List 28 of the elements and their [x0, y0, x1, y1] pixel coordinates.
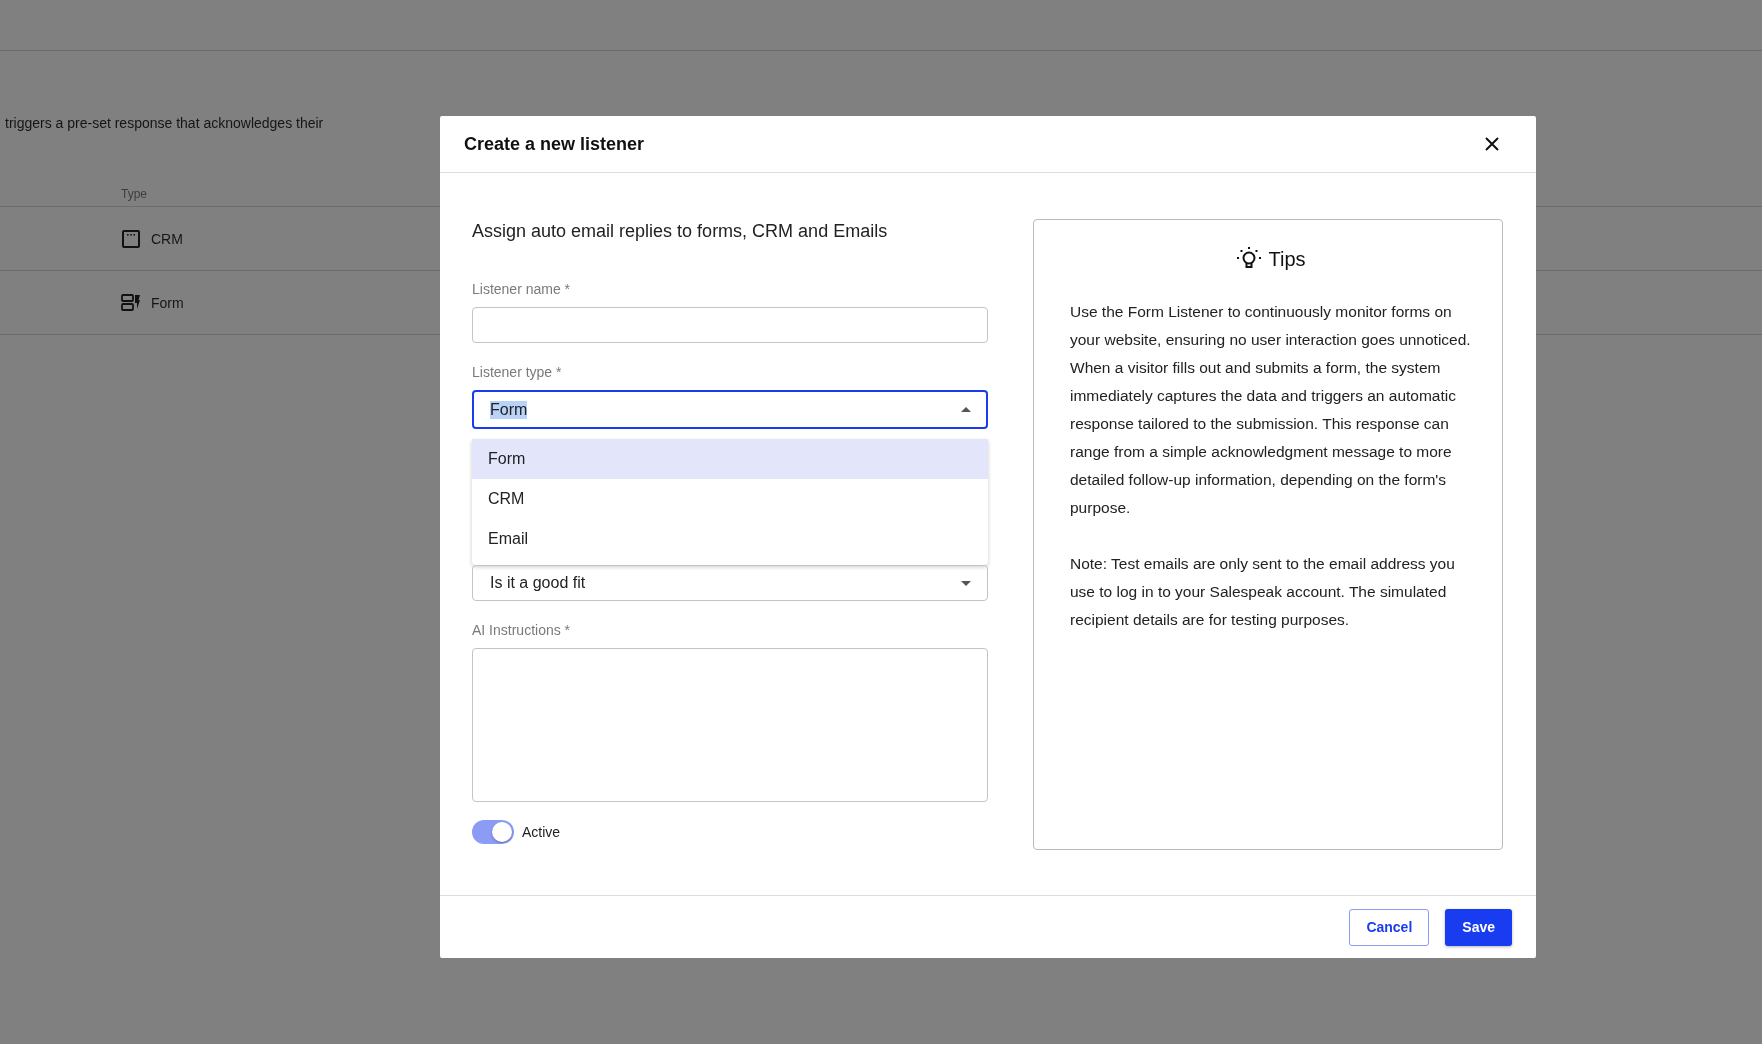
caret-icon	[961, 407, 971, 412]
menu-option[interactable]: Email	[472, 519, 988, 559]
tips-paragraph: Use the Form Listener to continuously monitor forms on your website, ensuring no user interaction goes unnoticed. When a visitor fills out and submits a form, the system immediately captures the data and triggers an automatic response tailored to the submission. This response can range from a simple acknowledgment message to more detailed follow-up information, depending on the form's purpose.	[1070, 302, 1472, 518]
select-field[interactable]: Form	[472, 390, 988, 429]
dialog-title: Create a new listener	[464, 133, 645, 155]
caret-icon	[961, 580, 971, 586]
toggle-switch[interactable]	[472, 820, 514, 844]
column-header: Type	[121, 187, 147, 201]
input-field[interactable]	[472, 307, 988, 343]
menu-option[interactable]: Form	[472, 439, 988, 479]
tips-title: Tips	[1268, 247, 1306, 271]
select-field[interactable]: Is it a good fit	[472, 565, 988, 601]
intro-text: triggers a pre-set response that acknowledges their	[4, 114, 325, 132]
textarea-field[interactable]	[472, 648, 988, 802]
toggle-label: Active	[522, 824, 561, 840]
close-icon[interactable]	[1484, 136, 1500, 152]
field-label: Listener name *	[472, 280, 572, 299]
table-cell: CRM	[151, 230, 183, 247]
cancel-button[interactable]: Cancel	[1349, 908, 1430, 946]
save-button[interactable]: Save	[1445, 908, 1512, 946]
table-cell: Form	[151, 294, 184, 311]
form-icon	[121, 292, 141, 313]
field-label: AI Instructions *	[472, 621, 572, 640]
window-icon	[121, 228, 141, 249]
dialog-subtitle: Assign auto email replies to forms, CRM and Emails	[472, 220, 889, 243]
menu-option[interactable]: CRM	[472, 479, 988, 519]
field-label: Listener type *	[472, 363, 563, 382]
tips-paragraph: Note: Test emails are only sent to the email address you use to log in to your Salespeak account. The simulated recipient details are for testing purposes.	[1070, 554, 1456, 630]
